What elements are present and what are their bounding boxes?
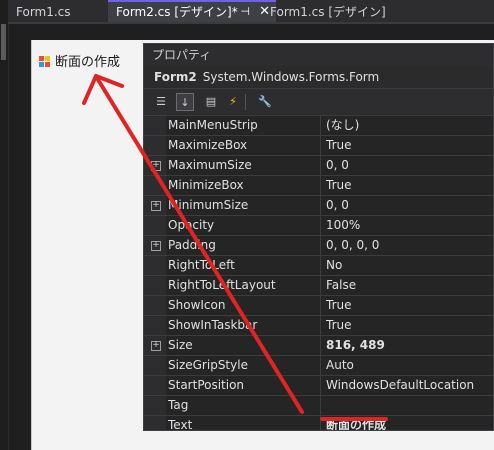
annotation-arrow xyxy=(82,74,304,414)
